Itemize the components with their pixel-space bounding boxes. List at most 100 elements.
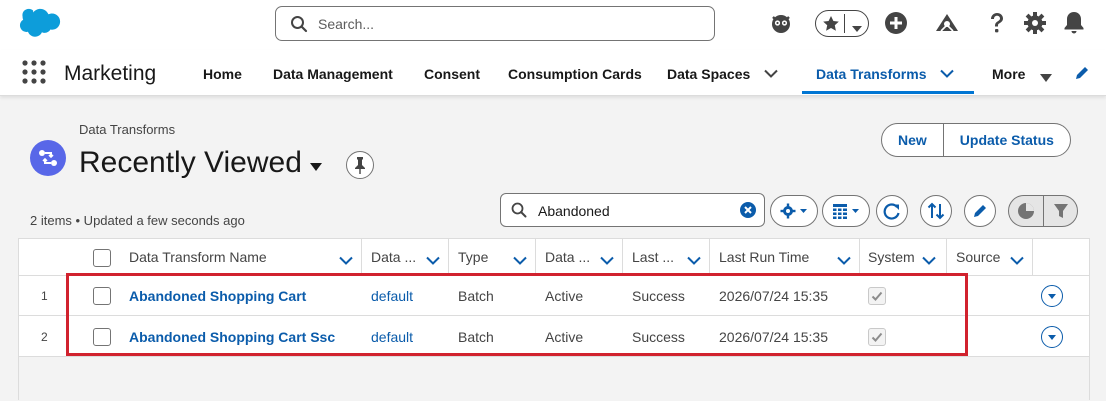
column-header-status[interactable]: Data ... xyxy=(545,239,590,276)
help-icon[interactable] xyxy=(984,10,1010,36)
system-checkbox-checked-icon xyxy=(868,328,886,346)
search-placeholder: Search... xyxy=(318,16,375,32)
column-divider[interactable] xyxy=(535,239,536,276)
display-as-table-button[interactable] xyxy=(822,195,870,227)
last-run-time-cell: 2026/07/24 15:35 xyxy=(719,288,828,304)
column-menu-chevron-icon[interactable] xyxy=(922,253,936,271)
table-row: 2 Abandoned Shopping Cart Ssc default Ba… xyxy=(19,317,1089,357)
list-view-meta-info: 2 items • Updated a few seconds ago xyxy=(30,213,245,228)
data-transform-name-link[interactable]: Abandoned Shopping Cart xyxy=(129,288,306,304)
list-search-input[interactable]: Abandoned xyxy=(500,193,765,227)
column-header-data-space[interactable]: Data ... xyxy=(371,239,416,276)
clear-search-icon[interactable] xyxy=(740,202,756,223)
data-space-link[interactable]: default xyxy=(371,288,413,304)
app-navigation-bar: Marketing Home Data Management Consent C… xyxy=(0,50,1106,96)
list-actions-button-group: New Update Status xyxy=(881,123,1071,157)
column-header-last-run-time[interactable]: Last Run Time xyxy=(719,239,809,276)
active-tab-indicator xyxy=(802,91,974,94)
update-status-button[interactable]: Update Status xyxy=(942,124,1070,156)
row-number: 2 xyxy=(41,330,48,344)
row-actions-chevron-icon[interactable] xyxy=(1041,326,1063,348)
last-run-time-cell: 2026/07/24 15:35 xyxy=(719,329,828,345)
column-header-type[interactable]: Type xyxy=(458,239,488,276)
row-number: 1 xyxy=(41,289,48,303)
column-menu-chevron-icon[interactable] xyxy=(339,253,353,271)
nav-item-data-management[interactable]: Data Management xyxy=(273,66,393,82)
type-cell: Batch xyxy=(458,329,494,345)
data-transform-object-icon xyxy=(30,140,66,176)
chevron-down-icon[interactable] xyxy=(940,66,954,84)
column-divider[interactable] xyxy=(448,239,449,276)
data-transforms-table: Data Transform Name Data ... Type Data .… xyxy=(18,238,1090,401)
breadcrumb: Data Transforms xyxy=(79,122,176,137)
table-row: 1 Abandoned Shopping Cart default Batch … xyxy=(19,276,1089,316)
app-launcher-icon[interactable] xyxy=(22,60,46,89)
table-header: Data Transform Name Data ... Type Data .… xyxy=(19,239,1089,276)
last-status-cell: Success xyxy=(632,288,685,304)
column-header-last-status[interactable]: Last ... xyxy=(632,239,674,276)
list-view-controls-button[interactable] xyxy=(770,195,818,227)
list-search-value: Abandoned xyxy=(538,203,610,219)
favorites-button[interactable] xyxy=(815,10,869,37)
pin-list-view-button[interactable] xyxy=(346,151,374,179)
nav-item-consent[interactable]: Consent xyxy=(424,66,480,82)
column-menu-chevron-icon[interactable] xyxy=(687,253,701,271)
chart-icon[interactable] xyxy=(1009,196,1043,226)
search-icon xyxy=(290,15,308,38)
favorites-divider xyxy=(844,14,845,33)
add-icon[interactable] xyxy=(884,10,910,36)
chevron-down-icon[interactable] xyxy=(764,66,778,84)
last-status-cell: Success xyxy=(632,329,685,345)
row-select-checkbox[interactable] xyxy=(93,328,111,346)
salesforce-logo-icon[interactable] xyxy=(16,8,62,45)
status-cell: Active xyxy=(545,329,584,345)
favorites-star-icon xyxy=(822,15,840,38)
caret-down-icon[interactable] xyxy=(1040,69,1052,87)
trailhead-icon[interactable] xyxy=(934,10,960,36)
agent-icon[interactable] xyxy=(768,10,794,36)
column-header-source[interactable]: Source xyxy=(956,239,1000,276)
column-menu-chevron-icon[interactable] xyxy=(426,253,440,271)
data-transform-name-link[interactable]: Abandoned Shopping Cart Ssc xyxy=(129,329,335,345)
status-cell: Active xyxy=(545,288,584,304)
table-empty-area xyxy=(19,357,1089,401)
column-header-system[interactable]: System xyxy=(868,239,915,276)
nav-more-button[interactable]: More xyxy=(992,66,1025,82)
column-divider[interactable] xyxy=(859,239,860,276)
sort-button[interactable] xyxy=(920,195,952,227)
column-divider[interactable] xyxy=(1032,239,1033,276)
column-menu-chevron-icon[interactable] xyxy=(513,253,527,271)
column-menu-chevron-icon[interactable] xyxy=(837,253,851,271)
nav-item-home[interactable]: Home xyxy=(203,66,242,82)
column-menu-chevron-icon[interactable] xyxy=(1010,253,1024,271)
chevron-down-icon[interactable] xyxy=(851,20,863,38)
nav-item-consumption-cards[interactable]: Consumption Cards xyxy=(508,66,642,82)
column-header-name[interactable]: Data Transform Name xyxy=(129,239,267,276)
refresh-button[interactable] xyxy=(876,195,908,227)
column-divider[interactable] xyxy=(709,239,710,276)
global-header: Search... xyxy=(0,0,1106,50)
row-actions-chevron-icon[interactable] xyxy=(1041,285,1063,307)
data-space-link[interactable]: default xyxy=(371,329,413,345)
column-divider[interactable] xyxy=(946,239,947,276)
system-checkbox-checked-icon xyxy=(868,287,886,305)
app-name: Marketing xyxy=(64,62,157,85)
new-button[interactable]: New xyxy=(882,124,943,156)
type-cell: Batch xyxy=(458,288,494,304)
list-view-title[interactable]: Recently Viewed xyxy=(79,146,302,180)
global-search-input[interactable]: Search... xyxy=(275,6,715,41)
column-menu-chevron-icon[interactable] xyxy=(600,253,614,271)
select-all-checkbox[interactable] xyxy=(93,249,111,267)
column-divider[interactable] xyxy=(361,239,362,276)
nav-item-data-spaces[interactable]: Data Spaces xyxy=(667,66,750,82)
nav-item-data-transforms[interactable]: Data Transforms xyxy=(816,66,926,82)
inline-edit-button[interactable] xyxy=(964,195,996,227)
edit-nav-pencil-icon[interactable] xyxy=(1074,65,1090,86)
list-view-picker-caret-icon[interactable] xyxy=(310,158,322,176)
search-icon xyxy=(511,202,527,223)
notifications-bell-icon[interactable] xyxy=(1062,10,1088,36)
column-divider[interactable] xyxy=(622,239,623,276)
filter-icon[interactable] xyxy=(1044,196,1078,226)
setup-gear-icon[interactable] xyxy=(1023,10,1049,36)
row-select-checkbox[interactable] xyxy=(93,287,111,305)
